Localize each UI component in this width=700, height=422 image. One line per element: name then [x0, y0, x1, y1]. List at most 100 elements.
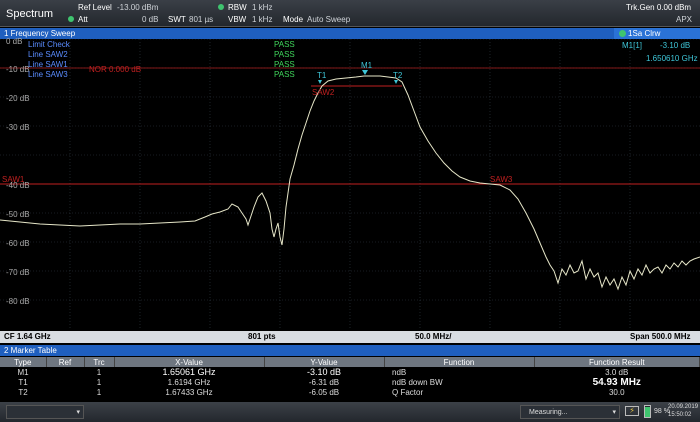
column-header: Function Result — [534, 357, 700, 367]
marker-table-title: 2 Marker Table — [4, 346, 57, 355]
y-tick-label: -10 dB — [6, 65, 30, 74]
rbw-status-icon — [218, 4, 224, 10]
battery-icon — [644, 405, 651, 418]
marker-type: T1 — [18, 378, 28, 387]
setup-bar: Spectrum Ref Level -13.00 dBm Att 0 dB S… — [0, 0, 700, 27]
trace-mode: 1Sa Clrw — [628, 29, 661, 38]
marker-m1-label[interactable]: M1 — [361, 61, 372, 70]
y-tick-label: -70 dB — [6, 268, 30, 277]
saw2-label: SAW2 — [312, 88, 335, 97]
pass-label: PASS — [274, 50, 295, 59]
measuring-label: Measuring... — [529, 409, 568, 416]
table-row[interactable]: T1 1 1.6194 GHz -6.31 dB ndB down BW 54.… — [0, 377, 700, 388]
trace-active-icon — [619, 30, 626, 37]
y-tick-label: -50 dB — [6, 210, 30, 219]
frequency-sweep-window-header[interactable]: 1 Frequency Sweep 1Sa Clrw — [0, 28, 700, 39]
marker-type: M1 — [17, 367, 29, 377]
marker-t1-label[interactable]: T1 — [317, 71, 326, 80]
apx-indicator: APX — [676, 15, 693, 24]
chevron-down-icon: ▾ — [76, 409, 80, 416]
marker-type: T2 — [18, 388, 28, 397]
marker-y-value: -6.05 dB — [308, 388, 340, 397]
status-dropdown[interactable]: ▾ — [6, 405, 84, 419]
marker-ref — [46, 377, 84, 388]
overload-indicator-icon: ⚡ — [625, 406, 639, 416]
pass-label: PASS — [274, 70, 295, 79]
column-header: Trc — [84, 357, 115, 367]
y-tick-label: -80 dB — [6, 297, 30, 306]
normalization-label: NOR 0.000 dB — [89, 65, 142, 74]
sweep-points[interactable]: 801 pts — [248, 332, 276, 341]
y-tick-label: -60 dB — [6, 239, 30, 248]
frequency-axis-bar: CF 1.64 GHz 801 pts 50.0 MHz/ Span 500.0… — [0, 331, 700, 343]
swt-label[interactable]: SWT — [168, 15, 186, 24]
marker-trace: 1 — [96, 378, 102, 387]
marker-t2-label[interactable]: T2 — [393, 71, 402, 80]
att-value[interactable]: 0 dB — [142, 15, 158, 24]
rbw-label[interactable]: RBW — [228, 3, 247, 12]
frequency-per-division: 50.0 MHz/ — [415, 332, 452, 341]
marker-trace: 1 — [96, 367, 102, 377]
measuring-status[interactable]: Measuring... ▾ — [520, 405, 620, 419]
spectrum-graph — [0, 39, 700, 329]
column-header: Type — [0, 357, 47, 367]
table-row[interactable]: T2 1 1.67433 GHz -6.05 dB Q Factor 30.0 — [0, 388, 700, 397]
marker-ref — [46, 388, 84, 397]
ref-level-value[interactable]: -13.00 dBm — [117, 3, 158, 12]
spectrum-trace — [0, 75, 700, 291]
marker-readout-level: -3.10 dB — [660, 41, 691, 50]
app-title: Spectrum — [6, 8, 54, 20]
tracking-generator-level[interactable]: Trk.Gen 0.00 dBm — [626, 3, 691, 12]
marker-table-header[interactable]: 2 Marker Table — [0, 345, 700, 356]
marker-x-value: 1.65061 GHz — [162, 367, 216, 377]
marker-function: Q Factor — [392, 388, 424, 397]
limit-line-saw3-label: Line SAW3 — [28, 70, 68, 79]
column-header: Y-Value — [264, 357, 385, 367]
marker-t1-icon — [318, 80, 322, 84]
column-header: X-Value — [114, 357, 265, 367]
marker-x-value: 1.67433 GHz — [165, 388, 213, 397]
y-tick-label: 0 dB — [6, 37, 23, 46]
marker-function: ndB down BW — [392, 378, 443, 387]
ref-level-label[interactable]: Ref Level — [78, 3, 112, 12]
marker-x-value: 1.6194 GHz — [167, 378, 211, 387]
marker-function: ndB — [392, 367, 407, 377]
trace-indicator[interactable]: 1Sa Clrw — [614, 28, 700, 39]
mode-value[interactable]: Auto Sweep — [307, 15, 350, 24]
att-status-icon — [68, 16, 74, 22]
saw3-label: SAW3 — [490, 175, 513, 184]
limit-line-saw2-label: Line SAW2 — [28, 50, 68, 59]
vbw-value[interactable]: 1 kHz — [252, 15, 272, 24]
vbw-label[interactable]: VBW — [228, 15, 246, 24]
frequency-span[interactable]: Span 500.0 MHz — [630, 332, 690, 341]
marker-table-header-row: Type Ref Trc X-Value Y-Value Function Fu… — [0, 357, 700, 367]
rbw-value[interactable]: 1 kHz — [252, 3, 272, 12]
y-tick-label: -30 dB — [6, 123, 30, 132]
marker-y-value: -6.31 dB — [308, 378, 340, 387]
mode-label[interactable]: Mode — [283, 15, 303, 24]
marker-trace: 1 — [96, 388, 102, 397]
status-bar: ▾ Measuring... ▾ ⚡ 98 % 20.09.2019 15:50… — [0, 402, 700, 422]
center-frequency[interactable]: CF 1.64 GHz — [4, 332, 51, 341]
saw1-label: SAW1 — [2, 175, 25, 184]
pass-label: PASS — [274, 60, 295, 69]
att-label[interactable]: Att — [78, 15, 88, 24]
marker-function-result: 3.0 dB — [605, 367, 629, 377]
status-time: 15:50:02 — [668, 412, 692, 418]
spectrum-plot[interactable]: 0 dB -10 dB -20 dB -30 dB -40 dB -50 dB … — [0, 37, 700, 329]
marker-function-result: 54.93 MHz — [592, 377, 641, 388]
marker-function-result: 30.0 — [608, 388, 625, 397]
marker-ref — [46, 367, 84, 377]
column-header: Function — [384, 357, 535, 367]
limit-line-saw1-label: Line SAW1 — [28, 60, 68, 69]
table-row[interactable]: M1 1 1.65061 GHz -3.10 dB ndB 3.0 dB — [0, 367, 700, 377]
marker-readout-frequency: 1.650610 GHz — [646, 54, 698, 63]
marker-y-value: -3.10 dB — [306, 367, 342, 377]
marker-table: Type Ref Trc X-Value Y-Value Function Fu… — [0, 357, 700, 397]
status-date: 20.09.2019 — [668, 404, 699, 410]
swt-value[interactable]: 801 µs — [189, 15, 213, 24]
marker-m1-icon — [362, 70, 368, 75]
column-header: Ref — [46, 357, 85, 367]
chevron-down-icon: ▾ — [612, 409, 616, 416]
marker-readout-name: M1[1] — [622, 41, 643, 50]
